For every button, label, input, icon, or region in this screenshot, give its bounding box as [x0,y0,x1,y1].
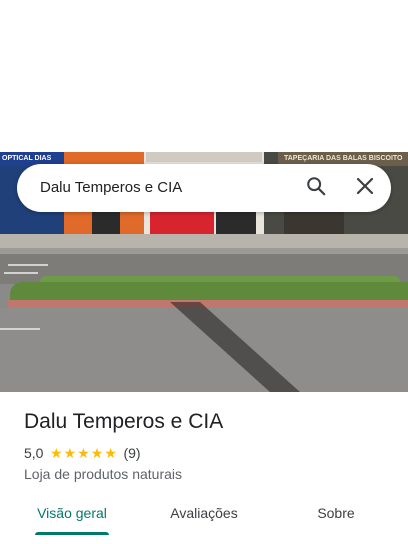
search-icon [305,175,327,202]
search-input[interactable]: Dalu Temperos e CIA [40,164,182,212]
shop-sign-white [146,152,262,162]
star-icon: ★ [90,445,104,461]
shop-door [216,210,256,234]
rating-value: 5,0 [24,445,44,461]
lane-marking [4,272,38,274]
star-icon: ★ [77,445,90,461]
shop-door [284,210,344,234]
star-icon: ★ [63,445,77,461]
active-tab-indicator [35,532,109,535]
close-icon [356,177,374,200]
blank-area [0,0,408,152]
median-curb [8,300,408,308]
tab-about[interactable]: Sobre [286,496,386,532]
search-button[interactable] [301,173,331,203]
close-button[interactable] [350,173,380,203]
tab-overview[interactable]: Visão geral [22,496,122,532]
star-icon: ★ [49,445,63,461]
star-rating: ★ ★ ★ ★ ★ [49,446,117,460]
shop-facade-red [150,210,214,234]
lane-marking [8,264,48,266]
review-count[interactable]: (9) [123,445,140,461]
rating-row[interactable]: 5,0 ★ ★ ★ ★ ★ (9) [24,444,141,462]
tab-bar: Visão geral Avaliações Sobre [0,496,408,536]
star-icon: ★ [104,445,117,461]
place-category[interactable]: Loja de produtos naturais [24,465,182,483]
lane-marking [0,328,40,330]
place-title: Dalu Temperos e CIA [24,410,224,433]
tab-reviews[interactable]: Avaliações [154,496,254,532]
shop-door [92,210,120,234]
sidewalk [0,234,408,248]
search-bar[interactable]: Dalu Temperos e CIA [17,164,391,212]
